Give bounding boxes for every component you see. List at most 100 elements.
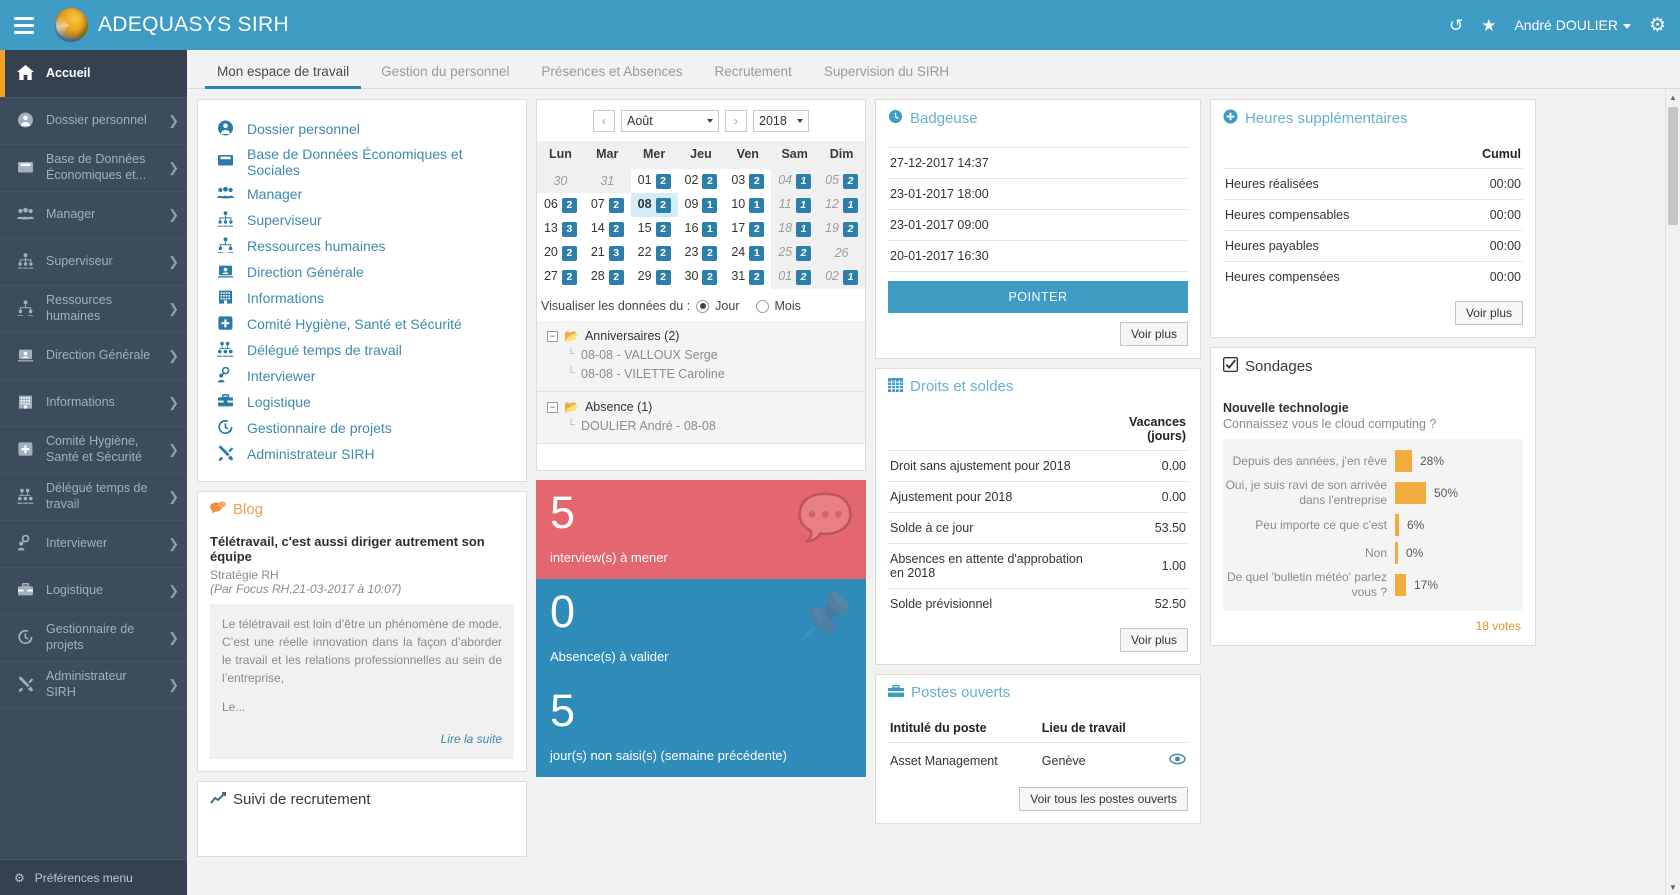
kpi-tile[interactable]: 5 interview(s) à mener 💬 xyxy=(536,480,866,579)
calendar-day-cell[interactable]: 13 3 xyxy=(537,217,584,241)
calendar-day-cell[interactable]: 05 2 xyxy=(818,169,865,193)
badgeuse-more-button[interactable]: Voir plus xyxy=(1119,322,1188,346)
calendar-day-cell[interactable]: 15 2 xyxy=(631,217,678,241)
sidebar-item-gestionnaire-de-projets[interactable]: Gestionnaire de projets ❯ xyxy=(0,615,187,662)
calendar-day-cell[interactable]: 02 1 xyxy=(818,265,865,289)
calendar-day-cell[interactable]: 22 2 xyxy=(631,241,678,265)
calendar-day-cell[interactable]: 20 2 xyxy=(537,241,584,265)
calendar-day-cell[interactable]: 03 2 xyxy=(724,169,771,193)
quick-link-ressources-humaines[interactable]: Ressources humaines xyxy=(214,233,514,259)
sidebar-item-dossier-personnel[interactable]: Dossier personnel ❯ xyxy=(0,98,187,145)
settings-gear-icon[interactable]: ⚙ xyxy=(1649,14,1666,37)
sidebar-item-informations[interactable]: Informations ❯ xyxy=(0,380,187,427)
tab-supervision-du-sirh[interactable]: Supervision du SIRH xyxy=(808,64,965,88)
collapse-toggle-icon[interactable]: − xyxy=(547,401,558,413)
calendar-day-cell[interactable]: 23 2 xyxy=(678,241,725,265)
collapse-toggle-icon[interactable]: − xyxy=(547,330,558,342)
tab-mon-espace-de-travail[interactable]: Mon espace de travail xyxy=(201,64,365,89)
pointer-button[interactable]: POINTER xyxy=(888,281,1188,313)
calendar-day-cell[interactable]: 31 xyxy=(583,169,631,193)
calendar-group-head[interactable]: − 📂 Anniversaires (2) xyxy=(547,329,855,343)
calendar-event-item[interactable]: 08-08 - VILETTE Caroline xyxy=(547,362,855,381)
tab-gestion-du-personnel[interactable]: Gestion du personnel xyxy=(365,64,525,88)
calendar-day-cell[interactable]: 06 2 xyxy=(537,193,584,217)
favorites-star-icon[interactable]: ★ xyxy=(1481,17,1496,34)
blog-read-more-link[interactable]: Lire la suite xyxy=(441,732,502,746)
calendar-day-cell[interactable]: 01 2 xyxy=(771,265,819,289)
calendar-day-cell[interactable]: 30 2 xyxy=(678,265,725,289)
calendar-day-cell[interactable]: 08 2 xyxy=(630,193,678,217)
radio-day[interactable] xyxy=(696,299,710,313)
quick-link-superviseur[interactable]: Superviseur xyxy=(214,207,514,233)
calendar-day-cell[interactable]: 30 xyxy=(537,169,584,193)
sidebar-item-direction-g-n-rale[interactable]: Direction Générale ❯ xyxy=(0,333,187,380)
quick-link-manager[interactable]: Manager xyxy=(214,181,514,207)
calendar-year-select[interactable]: 2018 xyxy=(753,110,809,132)
calendar-day-cell[interactable]: 31 2 xyxy=(724,265,771,289)
user-menu[interactable]: André DOULIER xyxy=(1514,17,1631,33)
calendar-day-cell[interactable]: 07 2 xyxy=(584,193,631,217)
calendar-day-cell[interactable]: 01 2 xyxy=(631,169,678,193)
radio-month[interactable] xyxy=(755,299,769,313)
calendar-day-cell[interactable]: 25 2 xyxy=(771,241,819,265)
tab-recrutement[interactable]: Recrutement xyxy=(699,64,808,88)
calendar-day-cell[interactable]: 11 1 xyxy=(771,193,819,217)
sidebar-item-superviseur[interactable]: Superviseur ❯ xyxy=(0,239,187,286)
eye-icon[interactable] xyxy=(1159,742,1188,778)
heures-more-button[interactable]: Voir plus xyxy=(1454,301,1523,325)
quick-link-gestionnaire-de-projets[interactable]: Gestionnaire de projets xyxy=(214,415,514,441)
quick-link-comit-hygi-ne-sant-et-s-curit[interactable]: Comité Hygiène, Santé et Sécurité xyxy=(214,311,514,337)
calendar-day-cell[interactable]: 04 1 xyxy=(771,169,819,193)
quick-link-dossier-personnel[interactable]: Dossier personnel xyxy=(214,116,514,142)
sidebar-item-comit-hygi-ne-sant-et-s-curit[interactable]: Comité Hygiène, Santé et Sécurité ❯ xyxy=(0,427,187,474)
calendar-day-cell[interactable]: 18 1 xyxy=(771,217,819,241)
quick-link-interviewer[interactable]: Interviewer xyxy=(214,363,514,389)
calendar-day-cell[interactable]: 21 3 xyxy=(584,241,631,265)
quick-link-informations[interactable]: Informations xyxy=(214,285,514,311)
calendar-month-select[interactable]: Août xyxy=(621,110,719,132)
quick-link-base-de-donn-es-conomiques-et-sociales[interactable]: Base de Données Économiques et Sociales xyxy=(214,142,514,181)
sidebar-item-interviewer[interactable]: Interviewer ❯ xyxy=(0,521,187,568)
calendar-day-cell[interactable]: 02 2 xyxy=(678,169,725,193)
quick-link-d-l-gu-temps-de-travail[interactable]: Délégué temps de travail xyxy=(214,337,514,363)
calendar-day-cell[interactable]: 14 2 xyxy=(584,217,631,241)
calendar-day-cell[interactable]: 10 1 xyxy=(724,193,771,217)
calendar-next-button[interactable]: › xyxy=(725,110,747,132)
calendar-day-cell[interactable]: 17 2 xyxy=(724,217,771,241)
kpi-tile[interactable]: 5 jour(s) non saisi(s) (semaine précédent… xyxy=(536,678,866,777)
quick-link-logistique[interactable]: Logistique xyxy=(214,389,514,415)
calendar-day-cell[interactable]: 09 1 xyxy=(678,193,725,217)
kpi-tile[interactable]: 0 Absence(s) à valider 📌 xyxy=(536,579,866,678)
menu-toggle-icon[interactable] xyxy=(0,0,48,50)
quick-link-administrateur-sirh[interactable]: Administrateur SIRH xyxy=(214,441,514,467)
scroll-up-arrow-icon[interactable]: ▲ xyxy=(1666,89,1680,105)
calendar-event-item[interactable]: 08-08 - VALLOUX Serge xyxy=(547,343,855,362)
quick-link-direction-g-n-rale[interactable]: Direction Générale xyxy=(214,259,514,285)
sidebar-item-base-de-donn-es-conomiques-et[interactable]: Base de Données Économiques et... ❯ xyxy=(0,145,187,192)
calendar-day-cell[interactable]: 29 2 xyxy=(631,265,678,289)
calendar-day-cell[interactable]: 24 1 xyxy=(724,241,771,265)
calendar-day-cell[interactable]: 16 1 xyxy=(678,217,725,241)
postes-all-button[interactable]: Voir tous les postes ouverts xyxy=(1019,787,1188,811)
calendar-day-cell[interactable]: 26 xyxy=(818,241,865,265)
calendar-prev-button[interactable]: ‹ xyxy=(593,110,615,132)
scrollbar-thumb[interactable] xyxy=(1668,107,1678,225)
scroll-down-arrow-icon[interactable]: ▼ xyxy=(1666,879,1680,895)
sidebar-item-manager[interactable]: Manager ❯ xyxy=(0,192,187,239)
history-icon[interactable]: ↺ xyxy=(1449,17,1463,34)
calendar-day-cell[interactable]: 28 2 xyxy=(584,265,631,289)
calendar-day-cell[interactable]: 12 1 xyxy=(818,193,865,217)
sidebar-item-d-l-gu-temps-de-travail[interactable]: Délégué temps de travail ❯ xyxy=(0,474,187,521)
calendar-group-head[interactable]: − 📂 Absence (1) xyxy=(547,400,855,414)
sidebar-item-logistique[interactable]: Logistique ❯ xyxy=(0,568,187,615)
calendar-day-cell[interactable]: 19 2 xyxy=(818,217,865,241)
sidebar-item-administrateur-sirh[interactable]: Administrateur SIRH ❯ xyxy=(0,662,187,709)
calendar-day-cell[interactable]: 27 2 xyxy=(537,265,584,289)
sidebar-item-ressources-humaines[interactable]: Ressources humaines ❯ xyxy=(0,286,187,333)
sidebar-preferences[interactable]: ⚙ Préférences menu xyxy=(0,859,187,895)
calendar-event-item[interactable]: DOULIER André - 08-08 xyxy=(547,414,855,433)
content-scrollbar[interactable]: ▲ ▼ xyxy=(1665,89,1680,895)
droits-more-button[interactable]: Voir plus xyxy=(1119,628,1188,652)
tab-pr-sences-et-absences[interactable]: Présences et Absences xyxy=(525,64,698,88)
sidebar-item-accueil[interactable]: Accueil xyxy=(0,50,187,98)
